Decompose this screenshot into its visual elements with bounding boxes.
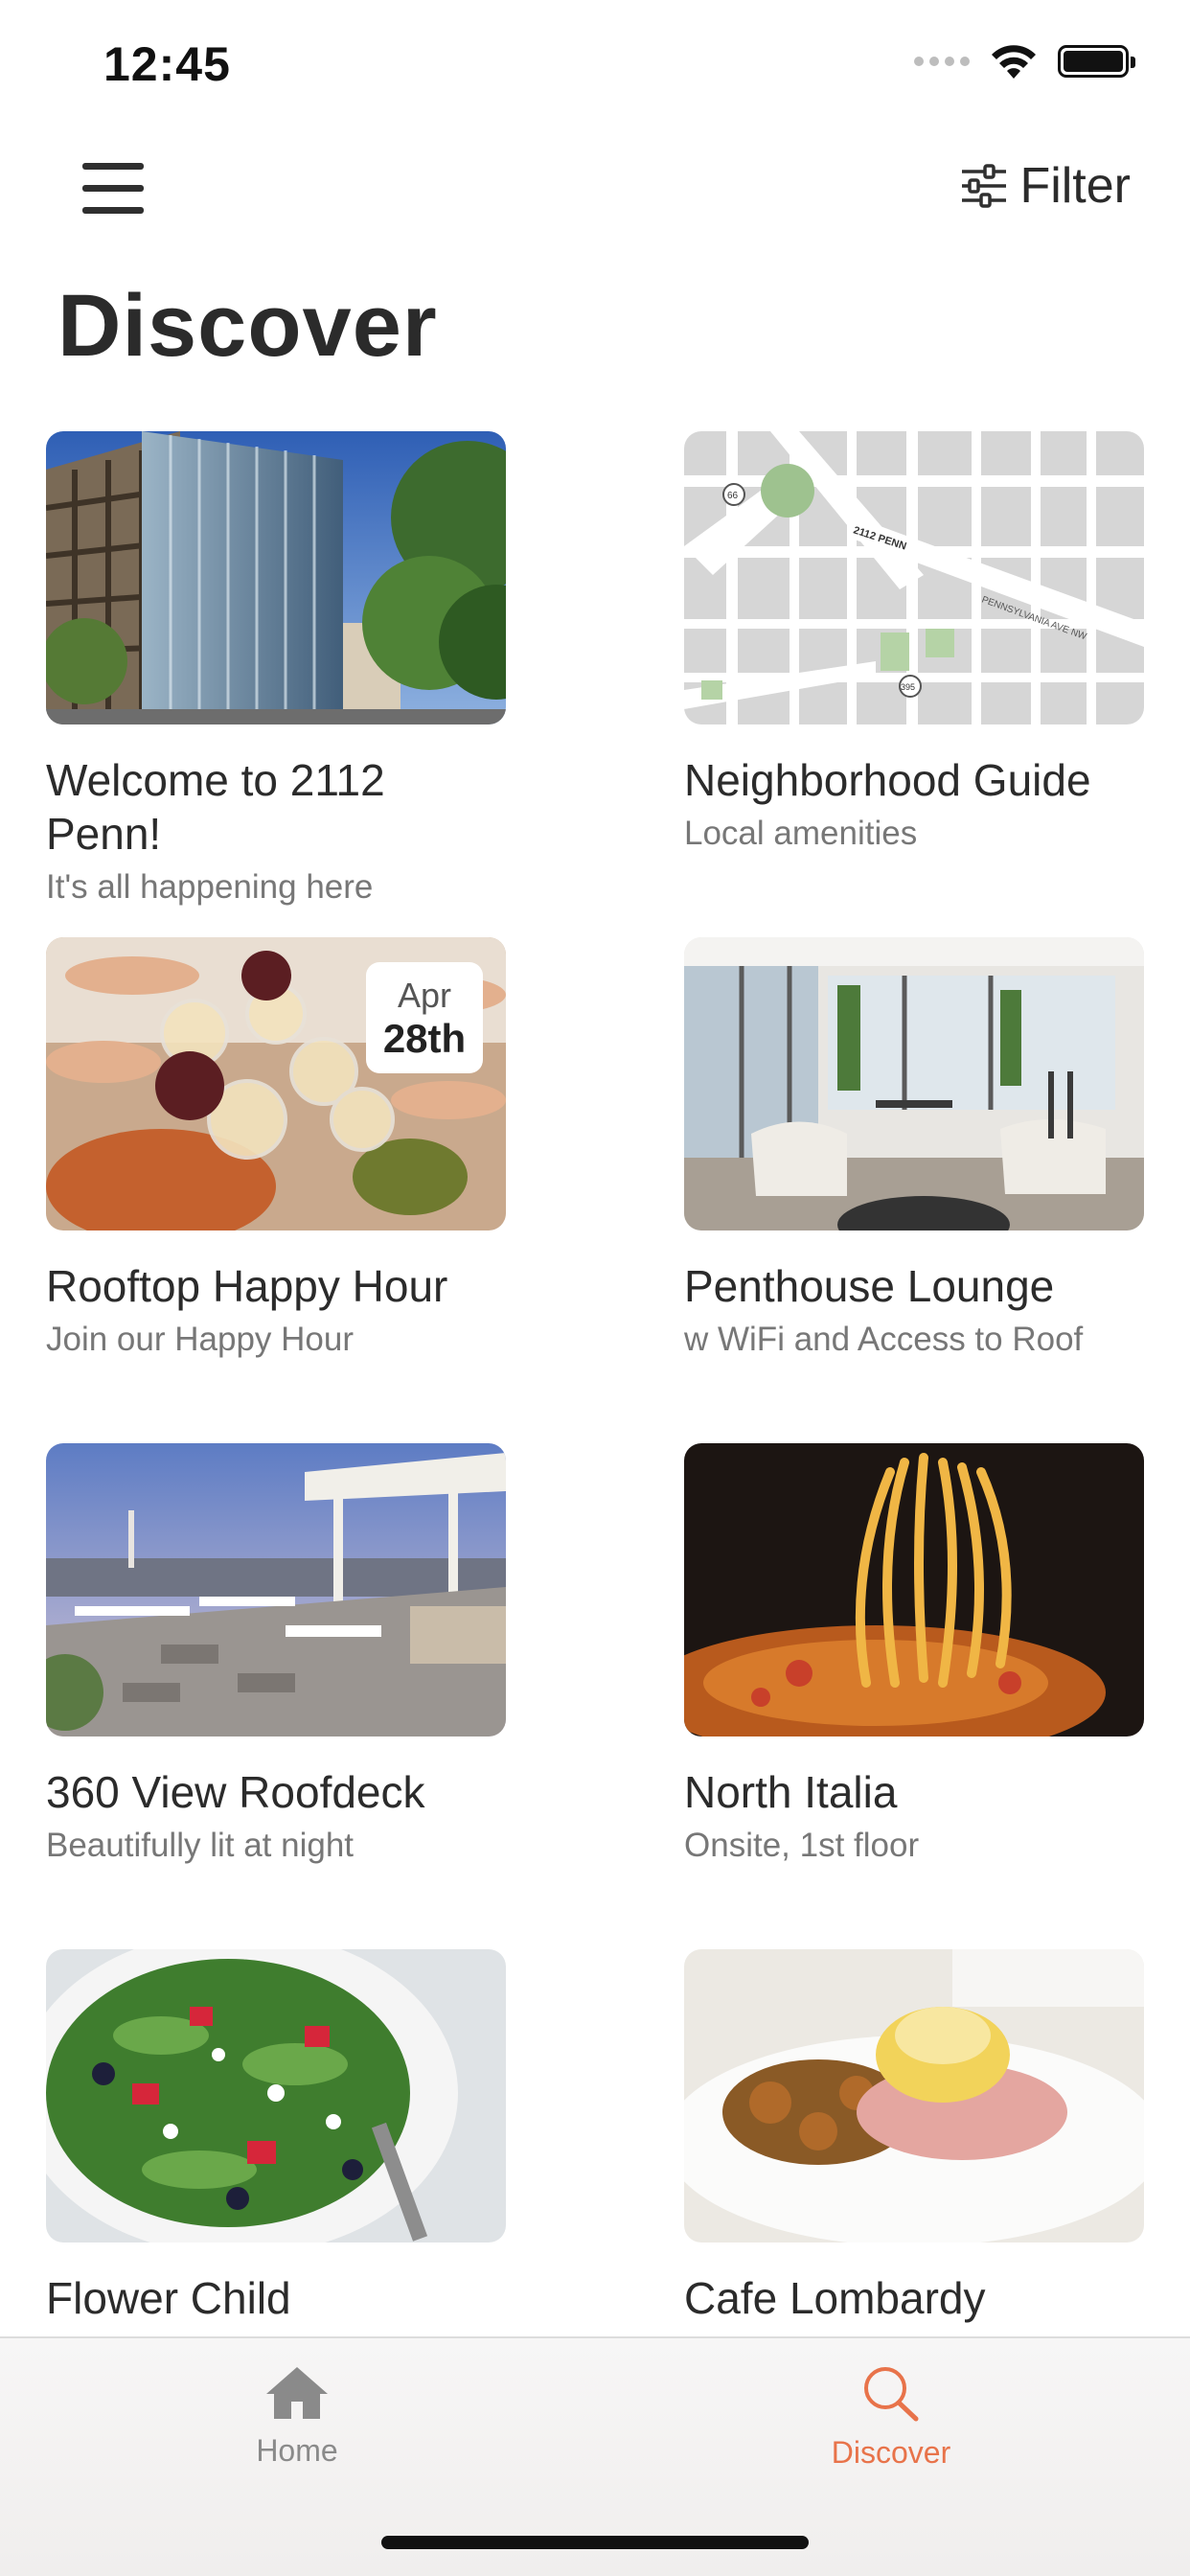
- event-date-badge: Apr 28th: [366, 962, 483, 1073]
- card-title: 360 View Roofdeck: [46, 1767, 425, 1817]
- event-date-day: 28th: [382, 1016, 467, 1061]
- map-route-66: 66: [727, 491, 739, 501]
- roofdeck-photo: [46, 1443, 506, 1736]
- card-subtitle: It's all happening here: [46, 868, 374, 906]
- eggs-benedict-photo: [684, 1949, 1144, 2242]
- discover-screen: 12:45 Filter Discover Welcome to 2112 Pe…: [0, 0, 1190, 2576]
- tab-home[interactable]: Home: [172, 2363, 422, 2469]
- pasta-photo: [684, 1443, 1144, 1736]
- home-icon: [266, 2367, 328, 2419]
- card-title: North Italia: [684, 1767, 898, 1817]
- card-subtitle: Onsite, 1st floor: [684, 1827, 920, 1864]
- card-cafe-lombardy[interactable]: Cafe Lombardy: [684, 1949, 1144, 2329]
- tab-label: Discover: [831, 2435, 951, 2470]
- battery-icon: [1058, 45, 1135, 78]
- card-subtitle: Local amenities: [684, 815, 918, 852]
- card-title: Flower Child: [46, 2273, 291, 2323]
- cellular-signal-icon: [914, 57, 970, 66]
- card-rooftop-happy-hour[interactable]: Apr 28th Rooftop Happy Hour Join our Hap…: [46, 937, 506, 1363]
- card-subtitle: Beautifully lit at night: [46, 1827, 355, 1864]
- card-flower-child[interactable]: Flower Child: [46, 1949, 506, 2329]
- search-icon: [864, 2367, 919, 2422]
- wifi-icon: [992, 45, 1036, 79]
- map-route-395: 395: [901, 682, 915, 692]
- hamburger-menu-icon[interactable]: [82, 161, 146, 217]
- building-photo: [46, 431, 506, 724]
- card-360-view-roofdeck[interactable]: 360 View Roofdeck Beautifully lit at nig…: [46, 1443, 506, 1869]
- card-title: Rooftop Happy Hour: [46, 1261, 448, 1311]
- lounge-photo: [684, 937, 1144, 1230]
- card-title: Penthouse Lounge: [684, 1261, 1055, 1311]
- neighborhood-map: 2112 PENN PENNSYLVANIA AVE NW 66 395: [684, 431, 1144, 724]
- page-title: Discover: [57, 277, 438, 375]
- card-welcome[interactable]: Welcome to 2112 Penn! It's all happening…: [46, 431, 506, 910]
- card-penthouse-lounge[interactable]: Penthouse Lounge w WiFi and Access to Ro…: [684, 937, 1144, 1363]
- status-time: 12:45: [103, 37, 231, 91]
- card-title: Neighborhood Guide: [684, 755, 1091, 805]
- filter-label: Filter: [1019, 158, 1131, 214]
- status-icons: [914, 42, 1135, 80]
- card-title: Cafe Lombardy: [684, 2273, 986, 2323]
- salad-photo: [46, 1949, 506, 2242]
- sliders-icon: [962, 164, 1007, 208]
- happy-hour-photo: Apr 28th: [46, 937, 506, 1230]
- status-bar: 12:45: [0, 0, 1190, 125]
- event-date-month: Apr: [397, 976, 452, 1015]
- card-title: Welcome to 2112 Penn!: [46, 755, 385, 859]
- tab-discover[interactable]: Discover: [767, 2363, 1016, 2471]
- card-subtitle: Join our Happy Hour: [46, 1321, 354, 1358]
- card-north-italia[interactable]: North Italia Onsite, 1st floor: [684, 1443, 1144, 1869]
- card-subtitle: w WiFi and Access to Roof: [684, 1321, 1084, 1358]
- tab-label: Home: [256, 2433, 338, 2468]
- home-indicator[interactable]: [381, 2536, 809, 2549]
- card-neighborhood-guide[interactable]: 2112 PENN PENNSYLVANIA AVE NW 66 395 Nei…: [684, 431, 1144, 857]
- filter-button[interactable]: Filter: [960, 157, 1131, 215]
